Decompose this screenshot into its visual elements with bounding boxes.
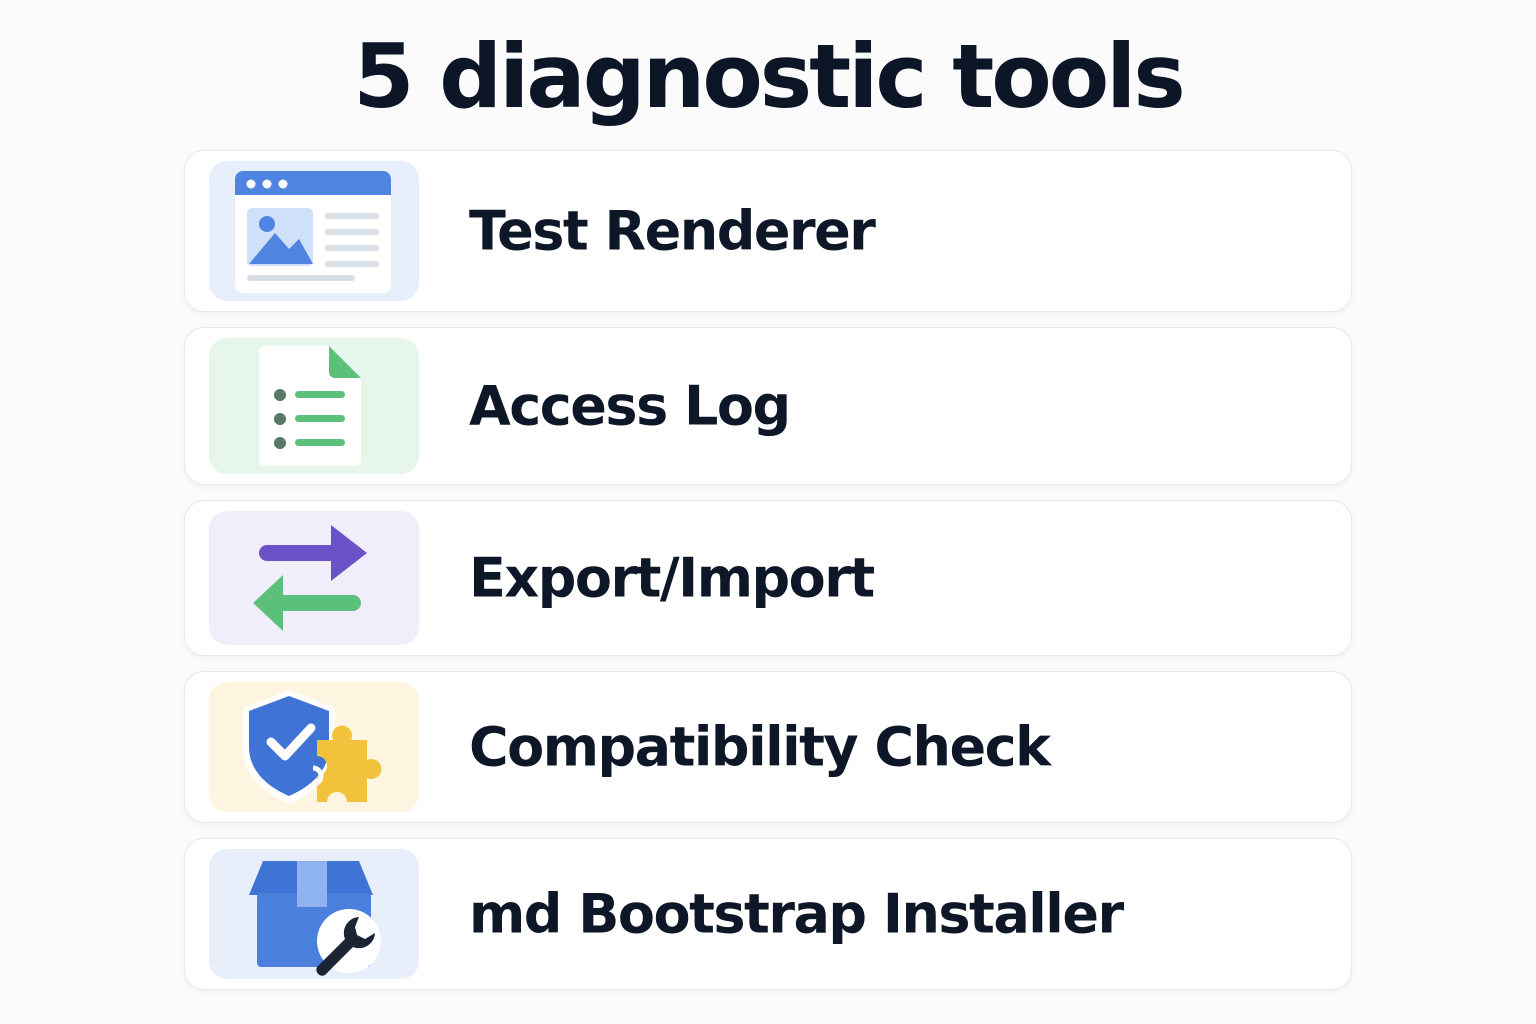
box-wrench-icon xyxy=(209,849,419,979)
page: 5 diagnostic tools Test Renderer Access … xyxy=(0,0,1536,1024)
tool-card-access-log[interactable]: Access Log xyxy=(184,327,1352,485)
tool-card-export-import[interactable]: Export/Import xyxy=(184,500,1352,656)
tool-label-md-bootstrap-installer: md Bootstrap Installer xyxy=(469,882,1124,946)
tool-card-compatibility-check[interactable]: Compatibility Check xyxy=(184,671,1352,823)
tool-label-access-log: Access Log xyxy=(469,374,791,438)
tool-card-md-bootstrap-installer[interactable]: md Bootstrap Installer xyxy=(184,838,1352,990)
page-title: 5 diagnostic tools xyxy=(353,25,1185,128)
log-document-icon xyxy=(209,338,419,474)
shield-puzzle-icon xyxy=(209,682,419,812)
tool-label-test-renderer: Test Renderer xyxy=(469,199,876,263)
swap-arrows-icon xyxy=(209,511,419,645)
browser-window-image-icon xyxy=(209,161,419,301)
tool-label-compatibility-check: Compatibility Check xyxy=(469,715,1051,779)
tool-card-test-renderer[interactable]: Test Renderer xyxy=(184,150,1352,312)
tool-label-export-import: Export/Import xyxy=(469,546,875,610)
